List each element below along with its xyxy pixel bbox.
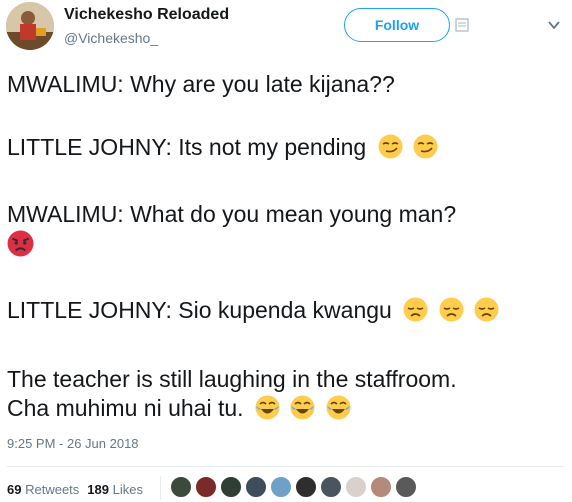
- liker-avatar[interactable]: [220, 476, 242, 498]
- liker-avatar[interactable]: [295, 476, 317, 498]
- chevron-down-icon[interactable]: [548, 20, 560, 30]
- tweet-line-text: MWALIMU: Why are you late kijana??: [7, 71, 395, 97]
- likes-stat[interactable]: 189 Likes: [87, 482, 143, 497]
- tweet-line: The teacher is still laughing in the sta…: [7, 365, 457, 393]
- liker-avatar[interactable]: [195, 476, 217, 498]
- angry-emoji-icon: [7, 230, 34, 257]
- tweet-line-text: MWALIMU: What do you mean young man?: [7, 201, 457, 227]
- liker-avatar[interactable]: [320, 476, 342, 498]
- tweet-stats: 69 Retweets 189 Likes: [7, 482, 143, 497]
- joy-emoji-icon: [290, 395, 315, 420]
- block-icon[interactable]: [455, 18, 469, 32]
- divider: [160, 476, 161, 500]
- disappointed-emoji-icon: [439, 297, 464, 322]
- liker-avatar[interactable]: [245, 476, 267, 498]
- joy-emoji-icon: [255, 395, 280, 420]
- tweet-line: Cha muhimu ni uhai tu.: [7, 394, 351, 422]
- tweet-line: [7, 230, 34, 259]
- tweet-line: LITTLE JOHNY: Sio kupenda kwangu: [7, 296, 499, 324]
- follow-button[interactable]: Follow: [344, 8, 450, 42]
- liker-avatar[interactable]: [170, 476, 192, 498]
- divider: [7, 466, 564, 467]
- liker-avatar[interactable]: [345, 476, 367, 498]
- tweet-timestamp[interactable]: 9:25 PM - 26 Jun 2018: [7, 436, 139, 451]
- smirk-emoji-icon: [378, 134, 403, 159]
- joy-emoji-icon: [326, 395, 351, 420]
- disappointed-emoji-icon: [474, 297, 499, 322]
- tweet-line: MWALIMU: Why are you late kijana??: [7, 70, 395, 98]
- tweet-line: MWALIMU: What do you mean young man?: [7, 200, 456, 228]
- tweet-line-text: LITTLE JOHNY: Its not my pending: [7, 134, 367, 160]
- retweets-label: Retweets: [25, 482, 80, 497]
- tweet-line-text: Cha muhimu ni uhai tu.: [7, 395, 244, 421]
- liker-avatar[interactable]: [270, 476, 292, 498]
- author-name[interactable]: Vichekesho Reloaded: [64, 6, 229, 24]
- author-handle[interactable]: @Vichekesho_: [64, 30, 158, 46]
- tweet-line: LITTLE JOHNY: Its not my pending: [7, 133, 438, 161]
- smirk-emoji-icon: [413, 134, 438, 159]
- likes-label: Likes: [112, 482, 143, 497]
- disappointed-emoji-icon: [403, 297, 428, 322]
- likes-count: 189: [87, 482, 109, 497]
- tweet-line-text: The teacher is still laughing in the sta…: [7, 366, 457, 392]
- tweet-line-text: LITTLE JOHNY: Sio kupenda kwangu: [7, 297, 392, 323]
- retweets-count: 69: [7, 482, 22, 497]
- liker-avatars: [170, 476, 420, 500]
- author-avatar[interactable]: [6, 2, 54, 50]
- tweet-header: Vichekesho Reloaded @Vichekesho_ Follow: [0, 0, 572, 56]
- liker-avatar[interactable]: [370, 476, 392, 498]
- liker-avatar[interactable]: [395, 476, 417, 498]
- retweets-stat[interactable]: 69 Retweets: [7, 482, 79, 497]
